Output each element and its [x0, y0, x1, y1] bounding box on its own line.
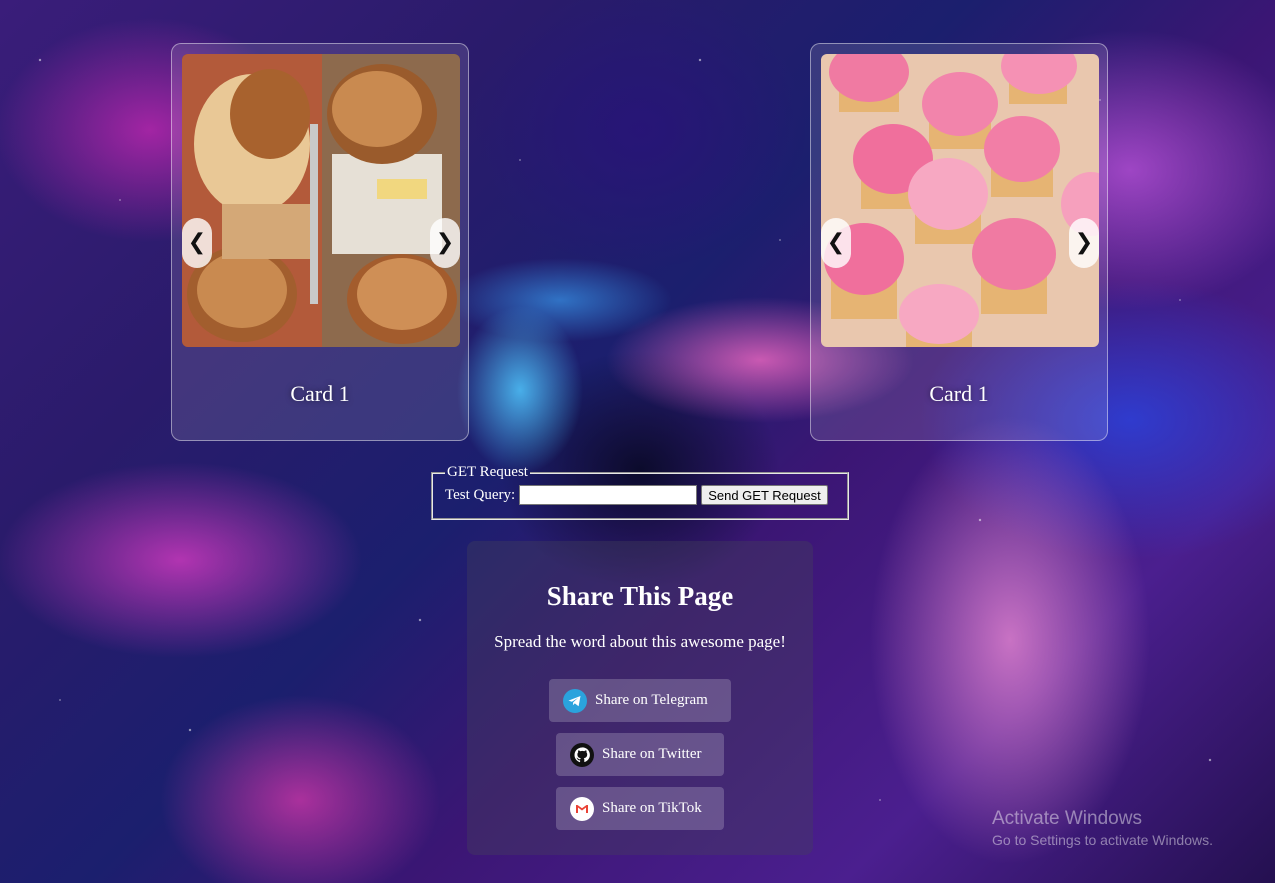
get-request-legend: GET Request: [447, 464, 528, 480]
telegram-icon: [563, 688, 587, 713]
card-bread: ❮ ❯ Card 1: [171, 43, 469, 441]
chevron-right-icon: ❯: [1074, 230, 1094, 255]
share-subtitle: Spread the word about this awesome page!: [494, 632, 786, 651]
github-icon: [570, 742, 594, 767]
test-query-label: Test Query:: [445, 486, 516, 503]
carousel-next-button[interactable]: ❯: [1069, 218, 1099, 268]
card-cupcakes: ❮ ❯ Card 1: [810, 43, 1108, 441]
card-title: Card 1: [290, 381, 350, 406]
carousel-prev-button[interactable]: ❮: [821, 218, 851, 268]
carousel-next-button[interactable]: ❯: [430, 218, 460, 268]
share-twitter-label: Share on Twitter: [602, 746, 702, 762]
test-query-input[interactable]: [519, 485, 698, 505]
share-telegram-button[interactable]: Share on Telegram: [549, 679, 731, 722]
share-tiktok-label: Share on TikTok: [602, 800, 702, 816]
send-get-request-button[interactable]: Send GET Request: [701, 485, 828, 505]
share-title: Share This Page: [546, 581, 734, 611]
activate-windows-watermark: Activate Windows Go to Settings to activ…: [992, 808, 1213, 848]
watermark-title: Activate Windows: [992, 808, 1142, 829]
gmail-icon: [570, 796, 594, 821]
share-panel: Share This Page Spread the word about th…: [467, 541, 813, 855]
share-telegram-label: Share on Telegram: [595, 692, 708, 708]
share-twitter-button[interactable]: Share on Twitter: [556, 733, 724, 776]
share-tiktok-button[interactable]: Share on TikTok: [556, 787, 724, 830]
carousel-prev-button[interactable]: ❮: [182, 218, 212, 268]
chevron-left-icon: ❮: [187, 230, 207, 255]
chevron-right-icon: ❯: [435, 230, 455, 255]
card-image-bread: [182, 54, 460, 347]
watermark-subtitle: Go to Settings to activate Windows.: [992, 832, 1213, 848]
get-request-form: GET Request Test Query: Send GET Request: [431, 464, 849, 520]
card-image-cupcakes: [821, 54, 1099, 347]
card-title: Card 1: [929, 381, 989, 406]
chevron-left-icon: ❮: [826, 230, 846, 255]
